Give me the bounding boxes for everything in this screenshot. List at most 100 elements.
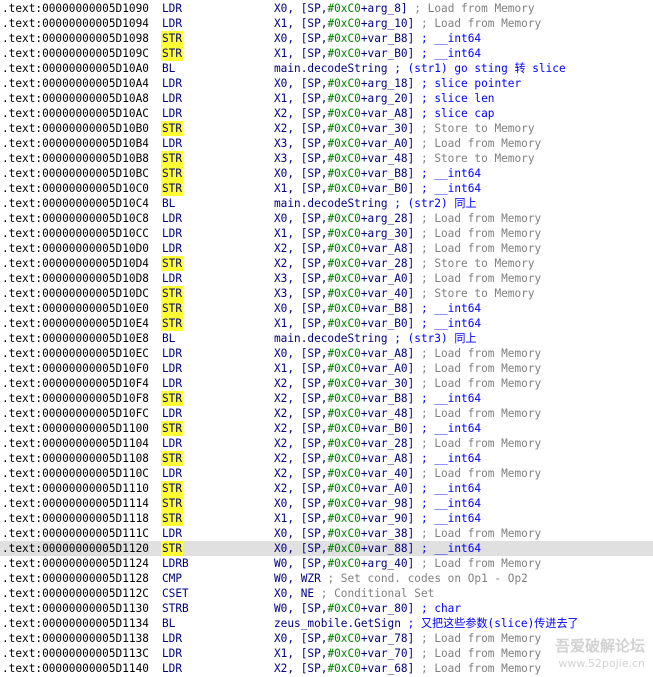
row-address[interactable]: .text:00000000005D10EC: [2, 346, 149, 361]
listing-row[interactable]: .text:00000000005D10D8 LDR X3, [SP,#0xC0+v…: [0, 271, 653, 286]
row-mnemonic[interactable]: LDR: [162, 631, 182, 646]
row-mnemonic[interactable]: LDR: [162, 526, 182, 541]
row-mnemonic[interactable]: STRB: [162, 601, 189, 616]
row-operands[interactable]: W0, WZR: [274, 572, 321, 585]
row-mnemonic[interactable]: BL: [162, 616, 175, 631]
row-address[interactable]: .text:00000000005D1094: [2, 16, 149, 31]
row-mnemonic[interactable]: STR: [161, 391, 184, 406]
row-mnemonic[interactable]: CSET: [162, 586, 189, 601]
listing-row[interactable]: .text:00000000005D10F8 STR X2, [SP,#0xC0+v…: [0, 391, 653, 406]
listing-row[interactable]: .text:00000000005D111C LDR X0, [SP,#0xC0+v…: [0, 526, 653, 541]
listing-row[interactable]: .text:00000000005D1130 STRB W0, [SP,#0xC0+…: [0, 601, 653, 616]
listing-row[interactable]: .text:00000000005D1120 STR X0, [SP,#0xC0+v…: [0, 541, 653, 556]
row-address[interactable]: .text:00000000005D10B0: [2, 121, 149, 136]
row-address[interactable]: .text:00000000005D1110: [2, 481, 149, 496]
row-address[interactable]: .text:00000000005D1100: [2, 421, 149, 436]
row-address[interactable]: .text:00000000005D10D0: [2, 241, 149, 256]
listing-row[interactable]: .text:00000000005D10BC STR X0, [SP,#0xC0+v…: [0, 166, 653, 181]
row-operands[interactable]: X0, [SP,#0xC0+var_B8]: [274, 32, 414, 45]
row-address[interactable]: .text:00000000005D110C: [2, 466, 149, 481]
row-operands[interactable]: X0, [SP,#0xC0+var_A8]: [274, 347, 414, 360]
row-operands[interactable]: X1, [SP,#0xC0+arg_10]: [274, 17, 414, 30]
row-address[interactable]: .text:00000000005D113C: [2, 646, 149, 661]
disassembly-listing[interactable]: .text:00000000005D1090 LDR X0, [SP,#0xC0+a…: [0, 0, 653, 677]
listing-row[interactable]: .text:00000000005D10D4 STR X2, [SP,#0xC0+v…: [0, 256, 653, 271]
row-address[interactable]: .text:00000000005D10AC: [2, 106, 149, 121]
row-address[interactable]: .text:00000000005D1098: [2, 31, 149, 46]
listing-row[interactable]: .text:00000000005D1104 LDR X2, [SP,#0xC0+v…: [0, 436, 653, 451]
listing-row[interactable]: .text:00000000005D10E0 STR X0, [SP,#0xC0+v…: [0, 301, 653, 316]
row-mnemonic[interactable]: LDR: [162, 271, 182, 286]
row-mnemonic[interactable]: LDR: [162, 661, 182, 676]
row-address[interactable]: .text:00000000005D10A0: [2, 61, 149, 76]
row-operands[interactable]: X1, [SP,#0xC0+var_A0]: [274, 362, 414, 375]
row-operands[interactable]: X0, [SP,#0xC0+var_98]: [274, 497, 414, 510]
row-address[interactable]: .text:00000000005D10F4: [2, 376, 149, 391]
row-mnemonic[interactable]: STR: [161, 121, 184, 136]
row-address[interactable]: .text:00000000005D1120: [2, 541, 149, 556]
row-operands[interactable]: X2, [SP,#0xC0+var_A8]: [274, 452, 414, 465]
row-address[interactable]: .text:00000000005D112C: [2, 586, 149, 601]
row-address[interactable]: .text:00000000005D10D4: [2, 256, 149, 271]
row-mnemonic[interactable]: STR: [161, 316, 184, 331]
row-mnemonic[interactable]: BL: [162, 196, 175, 211]
row-mnemonic[interactable]: LDR: [162, 91, 182, 106]
row-mnemonic[interactable]: LDR: [162, 241, 182, 256]
row-operands[interactable]: X2, [SP,#0xC0+var_A0]: [274, 482, 414, 495]
row-address[interactable]: .text:00000000005D10FC: [2, 406, 149, 421]
listing-row[interactable]: .text:00000000005D10DC STR X3, [SP,#0xC0+v…: [0, 286, 653, 301]
row-mnemonic[interactable]: STR: [161, 181, 184, 196]
row-operands[interactable]: X3, [SP,#0xC0+var_A0]: [274, 272, 414, 285]
row-mnemonic[interactable]: LDR: [162, 406, 182, 421]
row-mnemonic[interactable]: BL: [162, 61, 175, 76]
listing-row[interactable]: .text:00000000005D1110 STR X2, [SP,#0xC0+v…: [0, 481, 653, 496]
row-address[interactable]: .text:00000000005D1134: [2, 616, 149, 631]
row-address[interactable]: .text:00000000005D10B4: [2, 136, 149, 151]
row-mnemonic[interactable]: LDR: [162, 376, 182, 391]
row-operands[interactable]: X1, [SP,#0xC0+var_B0]: [274, 47, 414, 60]
row-address[interactable]: .text:00000000005D10A4: [2, 76, 149, 91]
row-mnemonic[interactable]: LDR: [162, 361, 182, 376]
row-operands[interactable]: X2, [SP,#0xC0+var_A8]: [274, 107, 414, 120]
row-address[interactable]: .text:00000000005D1128: [2, 571, 149, 586]
listing-row[interactable]: .text:00000000005D10AC LDR X2, [SP,#0xC0+v…: [0, 106, 653, 121]
row-address[interactable]: .text:00000000005D111C: [2, 526, 149, 541]
row-operands[interactable]: X3, [SP,#0xC0+var_A0]: [274, 137, 414, 150]
row-mnemonic[interactable]: LDR: [162, 226, 182, 241]
row-operands[interactable]: X0, [SP,#0xC0+var_B8]: [274, 302, 414, 315]
row-address[interactable]: .text:00000000005D10BC: [2, 166, 149, 181]
listing-row[interactable]: .text:00000000005D10CC LDR X1, [SP,#0xC0+a…: [0, 226, 653, 241]
listing-row[interactable]: .text:00000000005D1100 STR X2, [SP,#0xC0+v…: [0, 421, 653, 436]
row-mnemonic[interactable]: LDR: [162, 466, 182, 481]
listing-row[interactable]: .text:00000000005D10C4 BL main.decodeStrin…: [0, 196, 653, 211]
row-address[interactable]: .text:00000000005D1090: [2, 1, 149, 16]
row-operands[interactable]: X1, [SP,#0xC0+var_90]: [274, 512, 414, 525]
row-mnemonic[interactable]: LDRB: [162, 556, 189, 571]
listing-row[interactable]: .text:00000000005D10EC LDR X0, [SP,#0xC0+v…: [0, 346, 653, 361]
row-operands[interactable]: X3, [SP,#0xC0+var_48]: [274, 152, 414, 165]
row-mnemonic[interactable]: STR: [161, 421, 184, 436]
listing-row[interactable]: .text:00000000005D1118 STR X1, [SP,#0xC0+v…: [0, 511, 653, 526]
row-mnemonic[interactable]: STR: [161, 46, 184, 61]
row-operands[interactable]: X2, [SP,#0xC0+var_48]: [274, 407, 414, 420]
row-operands[interactable]: W0, [SP,#0xC0+var_80]: [274, 602, 414, 615]
listing-row[interactable]: .text:00000000005D10E4 STR X1, [SP,#0xC0+v…: [0, 316, 653, 331]
row-mnemonic[interactable]: STR: [161, 166, 184, 181]
row-operands[interactable]: X0, [SP,#0xC0+arg_28]: [274, 212, 414, 225]
listing-row[interactable]: .text:00000000005D1124 LDRB W0, [SP,#0xC0+…: [0, 556, 653, 571]
row-operands[interactable]: main.decodeString: [274, 332, 388, 345]
row-operands[interactable]: X0, [SP,#0xC0+var_B8]: [274, 167, 414, 180]
listing-row[interactable]: .text:00000000005D1138 LDR X0, [SP,#0xC0+v…: [0, 631, 653, 646]
row-mnemonic[interactable]: STR: [161, 301, 184, 316]
listing-row[interactable]: .text:00000000005D1108 STR X2, [SP,#0xC0+v…: [0, 451, 653, 466]
row-operands[interactable]: zeus_mobile.GetSign: [274, 617, 401, 630]
row-mnemonic[interactable]: LDR: [162, 436, 182, 451]
listing-row[interactable]: .text:00000000005D10A0 BL main.decodeStrin…: [0, 61, 653, 76]
row-mnemonic[interactable]: LDR: [162, 646, 182, 661]
row-operands[interactable]: X1, [SP,#0xC0+var_70]: [274, 647, 414, 660]
row-operands[interactable]: X2, [SP,#0xC0+var_30]: [274, 122, 414, 135]
row-address[interactable]: .text:00000000005D1130: [2, 601, 149, 616]
listing-row[interactable]: .text:00000000005D10D0 LDR X2, [SP,#0xC0+v…: [0, 241, 653, 256]
row-operands[interactable]: X1, [SP,#0xC0+var_B0]: [274, 317, 414, 330]
row-mnemonic[interactable]: LDR: [162, 346, 182, 361]
